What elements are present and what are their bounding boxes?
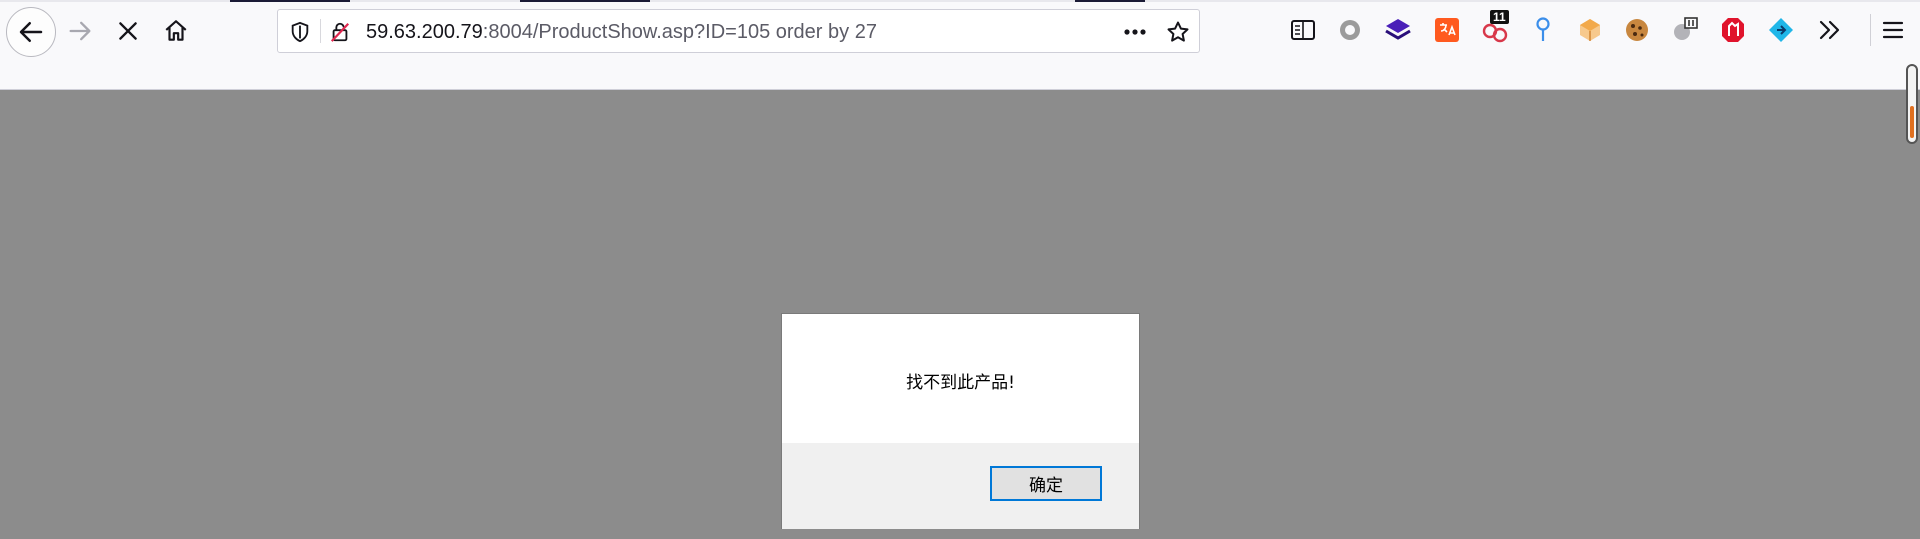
browser-toolbar: 59.63.200.79:8004/ProductShow.asp?ID=105… [0, 0, 1920, 90]
overflow-chevrons-icon [1819, 20, 1840, 40]
proxy-extension-button[interactable] [1670, 15, 1700, 45]
menu-hamburger-icon [1882, 21, 1904, 39]
pin-extension-button[interactable] [1528, 15, 1558, 45]
translate-extension-button[interactable] [1432, 15, 1462, 45]
url-path: :8004/ProductShow.asp?ID=105 order by 27 [482, 21, 877, 43]
tab-strip-edge [0, 0, 1920, 2]
reader-view-icon [1291, 20, 1315, 40]
scrollbar-thumb[interactable] [1910, 106, 1914, 138]
ok-button[interactable]: 确定 [990, 466, 1102, 501]
block-extension-button[interactable] [1718, 15, 1748, 45]
translate-extension-icon [1435, 18, 1459, 42]
insecure-lock-icon[interactable] [328, 20, 352, 44]
layers-extension-icon [1385, 19, 1411, 40]
cookie-extension-button[interactable] [1622, 15, 1652, 45]
cookie-extension-icon [1626, 19, 1648, 41]
forward-button[interactable] [60, 11, 100, 51]
extension-badge: 11 [1490, 10, 1509, 24]
alert-dialog: 找不到此产品! 确定 [781, 313, 1140, 529]
url-text[interactable]: 59.63.200.79:8004/ProductShow.asp?ID=105… [366, 20, 877, 44]
home-icon [165, 20, 187, 41]
back-arrow-icon [19, 22, 43, 42]
bookmark-button[interactable] [1165, 19, 1191, 45]
tracking-shield-icon[interactable] [288, 20, 312, 44]
star-icon [1167, 21, 1189, 42]
url-host: 59.63.200.79 [366, 21, 483, 43]
back-button[interactable] [6, 7, 56, 57]
diamond-extension-icon [1769, 18, 1793, 42]
page-scrollbar[interactable] [1906, 64, 1918, 144]
alert-message: 找不到此产品! [906, 373, 1015, 393]
diamond-extension-button[interactable] [1766, 15, 1796, 45]
stop-button[interactable] [108, 11, 148, 51]
layers-extension-button[interactable] [1383, 15, 1413, 45]
box-extension-button[interactable] [1575, 15, 1605, 45]
forward-arrow-icon [69, 21, 91, 41]
circle-extension-button[interactable] [1335, 15, 1365, 45]
more-dots-icon [1124, 29, 1146, 35]
hackbar-extension-button[interactable]: 11 [1480, 10, 1510, 45]
circle-extension-icon [1340, 20, 1360, 40]
page-actions-button[interactable] [1121, 20, 1149, 44]
overflow-menu-button[interactable] [1815, 15, 1845, 45]
proxy-extension-icon [1674, 17, 1698, 40]
urlbar-separator [320, 19, 321, 43]
home-button[interactable] [156, 11, 196, 51]
block-extension-icon [1722, 18, 1744, 42]
alert-footer: 确定 [782, 443, 1139, 529]
address-bar[interactable]: 59.63.200.79:8004/ProductShow.asp?ID=105… [277, 9, 1200, 53]
pin-extension-icon [1536, 17, 1550, 41]
app-menu-button[interactable] [1878, 15, 1908, 45]
toolbar-separator [1870, 14, 1871, 46]
reader-view-button[interactable] [1288, 15, 1318, 45]
stop-loading-icon [119, 22, 137, 40]
box-extension-icon [1580, 19, 1600, 41]
